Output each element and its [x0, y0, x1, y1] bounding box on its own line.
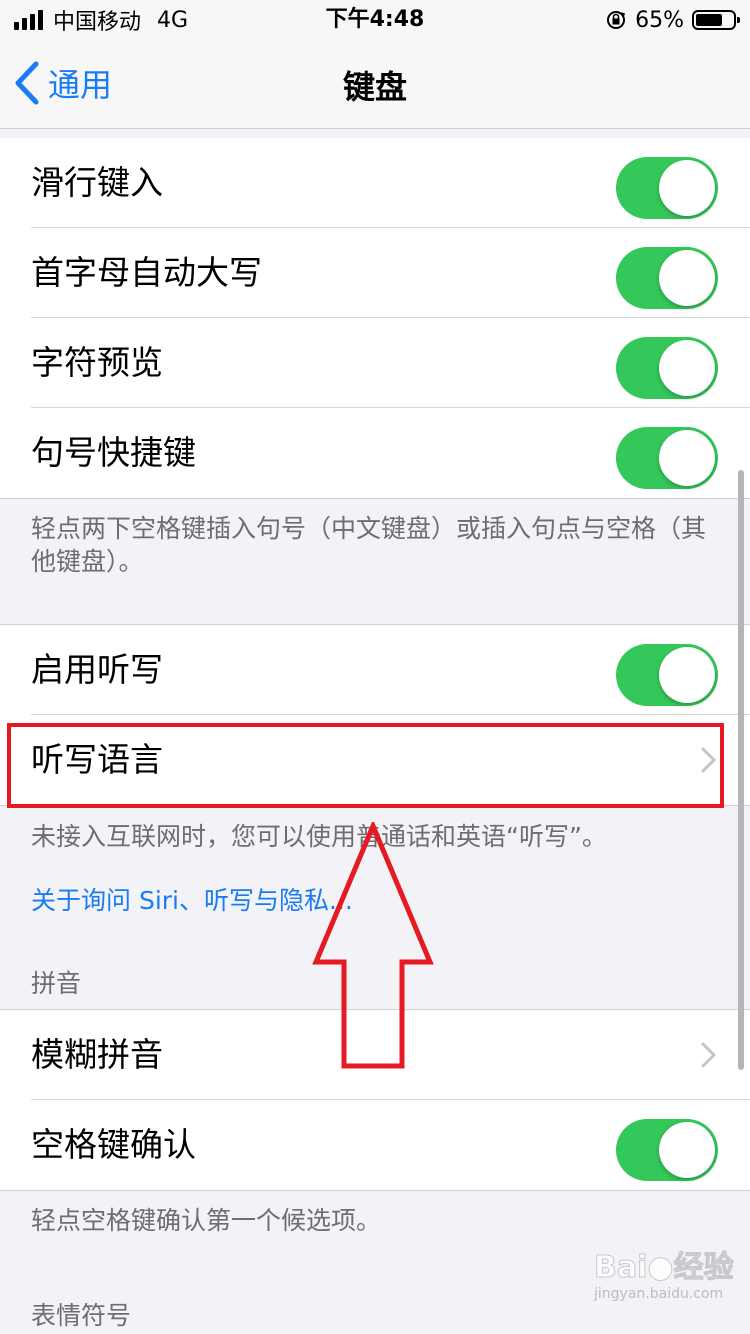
toggle-period-shortcut[interactable]: [616, 427, 718, 489]
toggle-space-confirm[interactable]: [616, 1119, 718, 1181]
paw-icon: ●: [647, 1250, 674, 1286]
row-character-preview: 字符预览: [0, 318, 750, 408]
row-slide-to-type: 滑行键入: [0, 138, 750, 228]
scroll-indicator: [738, 470, 744, 1070]
row-auto-capitalization: 首字母自动大写: [0, 228, 750, 318]
section-header-emoji: 表情符号: [31, 1301, 132, 1330]
group1-footer: 轻点两下空格键插入句号（中文键盘）或插入句点与空格（其他键盘）。: [31, 514, 707, 576]
row-period-shortcut: 句号快捷键: [0, 408, 750, 498]
row-space-confirm: 空格键确认: [0, 1100, 750, 1190]
orientation-lock-icon: [607, 11, 626, 29]
status-right: 65%: [605, 6, 740, 34]
settings-group-typing: 滑行键入 首字母自动大写 字符预览 句号快捷键: [0, 138, 750, 499]
section-header-pinyin: 拼音: [31, 969, 82, 998]
page-title: 键盘: [342, 68, 407, 106]
battery-icon: [692, 10, 740, 30]
row-label: 启用听写: [31, 650, 163, 689]
row-label: 字符预览: [31, 343, 163, 382]
row-label: 模糊拼音: [31, 1035, 163, 1074]
annotation-arrow-icon: [312, 822, 434, 1069]
nav-bar: 通用 键盘: [0, 40, 750, 129]
row-label: 句号快捷键: [31, 433, 196, 472]
battery-percent: 65%: [635, 7, 684, 33]
row-enable-dictation: 启用听写: [0, 625, 750, 715]
toggle-character-preview[interactable]: [616, 337, 718, 399]
watermark-brand-suffix: 经验: [673, 1250, 734, 1286]
toggle-auto-capitalization[interactable]: [616, 247, 718, 309]
row-label: 滑行键入: [31, 163, 163, 202]
status-bar: 中国移动 4G 下午4:48 65%: [0, 0, 750, 40]
toggle-slide-to-type[interactable]: [616, 157, 718, 219]
watermark-url: jingyan.baidu.com: [594, 1286, 724, 1302]
row-label: 空格键确认: [31, 1125, 196, 1164]
chevron-right-icon: [701, 1042, 716, 1068]
watermark-brand: Bai: [593, 1250, 648, 1286]
baidu-watermark: Bai●经验 jingyan.baidu.com: [593, 1250, 734, 1320]
row-label: 首字母自动大写: [31, 253, 262, 292]
toggle-enable-dictation[interactable]: [616, 644, 718, 706]
annotation-highlight-box: [7, 723, 724, 808]
group3-footer: 轻点空格键确认第一个候选项。: [31, 1206, 382, 1235]
